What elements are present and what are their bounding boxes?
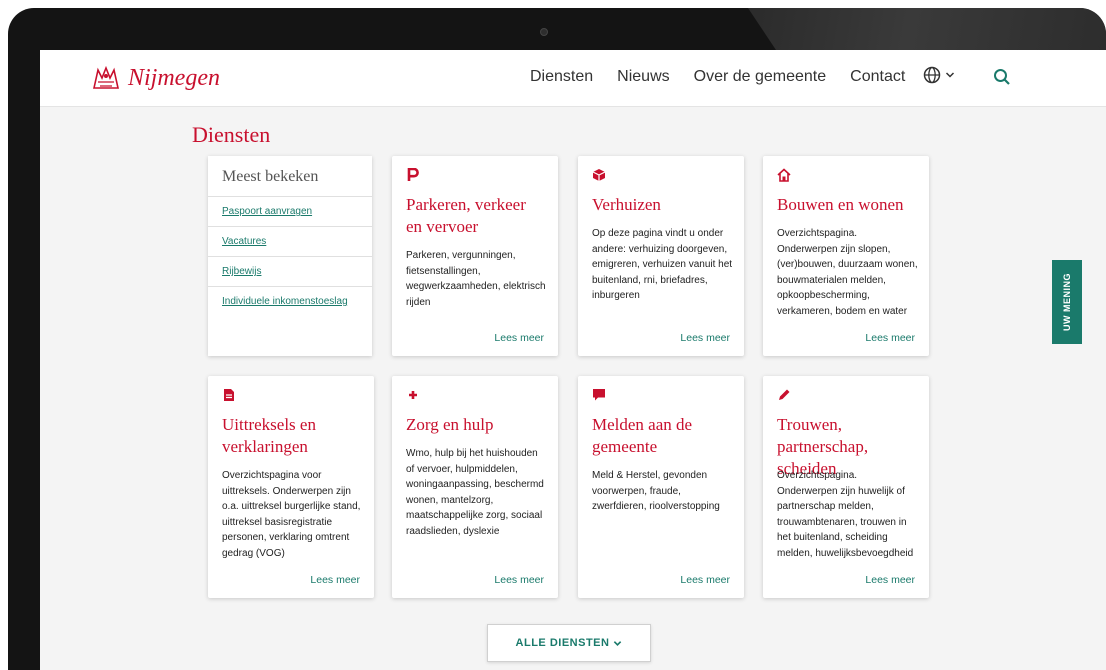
plus-icon	[409, 391, 417, 399]
feedback-tab-label: UW MENING	[1062, 273, 1072, 331]
webcam	[540, 28, 548, 36]
browser-screen: Nijmegen Diensten Nieuws Over de gemeent…	[40, 50, 1106, 670]
pen-icon	[779, 389, 790, 400]
site-header: Nijmegen Diensten Nieuws Over de gemeent…	[40, 50, 1106, 107]
parking-icon	[407, 168, 419, 181]
card-text: Parkeren, vergunningen, fietsenstallinge…	[406, 250, 546, 308]
home-icon	[777, 168, 791, 182]
card-title: Uittreksels en verklaringen	[222, 415, 316, 456]
read-more-link[interactable]: Lees meer	[680, 574, 730, 586]
popular-link-vacatures[interactable]: Vacatures	[208, 227, 372, 257]
service-card-bouwen[interactable]: Bouwen en wonen Overzichtspagina. Onderw…	[763, 156, 929, 356]
service-card-zorg[interactable]: Zorg en hulp Wmo, hulp bij het huishoude…	[392, 376, 558, 598]
most-viewed-title: Meest bekeken	[208, 156, 372, 197]
chevron-down-icon	[614, 640, 622, 646]
card-text: Overzichtspagina voor uittreksels. Onder…	[222, 470, 361, 559]
card-title: Verhuizen	[592, 195, 661, 214]
card-text: Overzichtspagina. Onderwerpen zijn huwel…	[777, 470, 914, 559]
read-more-link[interactable]: Lees meer	[494, 574, 544, 586]
popular-link-rijbewijs[interactable]: Rijbewijs	[208, 257, 372, 287]
all-services-label: ALLE DIENSTEN	[515, 637, 610, 649]
read-more-link[interactable]: Lees meer	[310, 574, 360, 586]
site-logo[interactable]: Nijmegen	[90, 64, 220, 92]
laptop-bezel: Nijmegen Diensten Nieuws Over de gemeent…	[8, 8, 1106, 670]
chevron-down-icon	[945, 72, 955, 78]
globe-icon	[923, 66, 941, 84]
document-icon	[224, 389, 234, 401]
service-card-uittreksels[interactable]: Uittreksels en verklaringen Overzichtspa…	[208, 376, 374, 598]
nav-item-nieuws[interactable]: Nieuws	[617, 68, 669, 86]
feedback-tab[interactable]: UW MENING	[1052, 260, 1082, 344]
nav-item-over-de-gemeente[interactable]: Over de gemeente	[694, 68, 827, 86]
service-card-melden[interactable]: Melden aan de gemeente Meld & Herstel, g…	[578, 376, 744, 598]
language-selector[interactable]	[923, 66, 955, 84]
read-more-link[interactable]: Lees meer	[680, 332, 730, 344]
lion-crest-icon	[93, 65, 119, 89]
search-button[interactable]	[993, 68, 1011, 91]
service-card-trouwen[interactable]: Trouwen, partnerschap, scheiden Overzich…	[763, 376, 929, 598]
popular-link-inkomenstoeslag[interactable]: Individuele inkomenstoeslag	[208, 287, 372, 316]
card-title: Zorg en hulp	[406, 415, 494, 434]
read-more-link[interactable]: Lees meer	[865, 332, 915, 344]
nav-item-contact[interactable]: Contact	[850, 68, 905, 86]
card-title: Bouwen en wonen	[777, 195, 904, 214]
card-text: Wmo, hulp bij het huishouden of vervoer,…	[406, 448, 544, 537]
read-more-link[interactable]: Lees meer	[865, 574, 915, 586]
card-text: Op deze pagina vindt u onder andere: ver…	[592, 228, 733, 301]
card-text: Overzichtspagina. Onderwerpen zijn slope…	[777, 228, 918, 317]
page-title: Diensten	[192, 122, 271, 147]
popular-link-paspoort[interactable]: Paspoort aanvragen	[208, 197, 372, 227]
service-card-verhuizen[interactable]: Verhuizen Op deze pagina vindt u onder a…	[578, 156, 744, 356]
main-nav: Diensten Nieuws Over de gemeente Contact	[530, 68, 905, 86]
search-icon	[994, 69, 1010, 85]
service-card-parkeren[interactable]: Parkeren, verkeer en vervoer Parkeren, v…	[392, 156, 558, 356]
read-more-link[interactable]: Lees meer	[494, 332, 544, 344]
most-viewed-panel: Meest bekeken Paspoort aanvragen Vacatur…	[208, 156, 372, 356]
nav-item-diensten[interactable]: Diensten	[530, 68, 593, 86]
all-services-button[interactable]: ALLE DIENSTEN	[487, 624, 651, 662]
box-icon	[592, 169, 606, 181]
card-text: Meld & Herstel, gevonden voorwerpen, fra…	[592, 470, 720, 512]
chat-icon	[593, 389, 605, 401]
card-title: Parkeren, verkeer en vervoer	[406, 195, 526, 236]
site-name: Nijmegen	[128, 64, 220, 91]
card-title: Melden aan de gemeente	[592, 415, 693, 456]
